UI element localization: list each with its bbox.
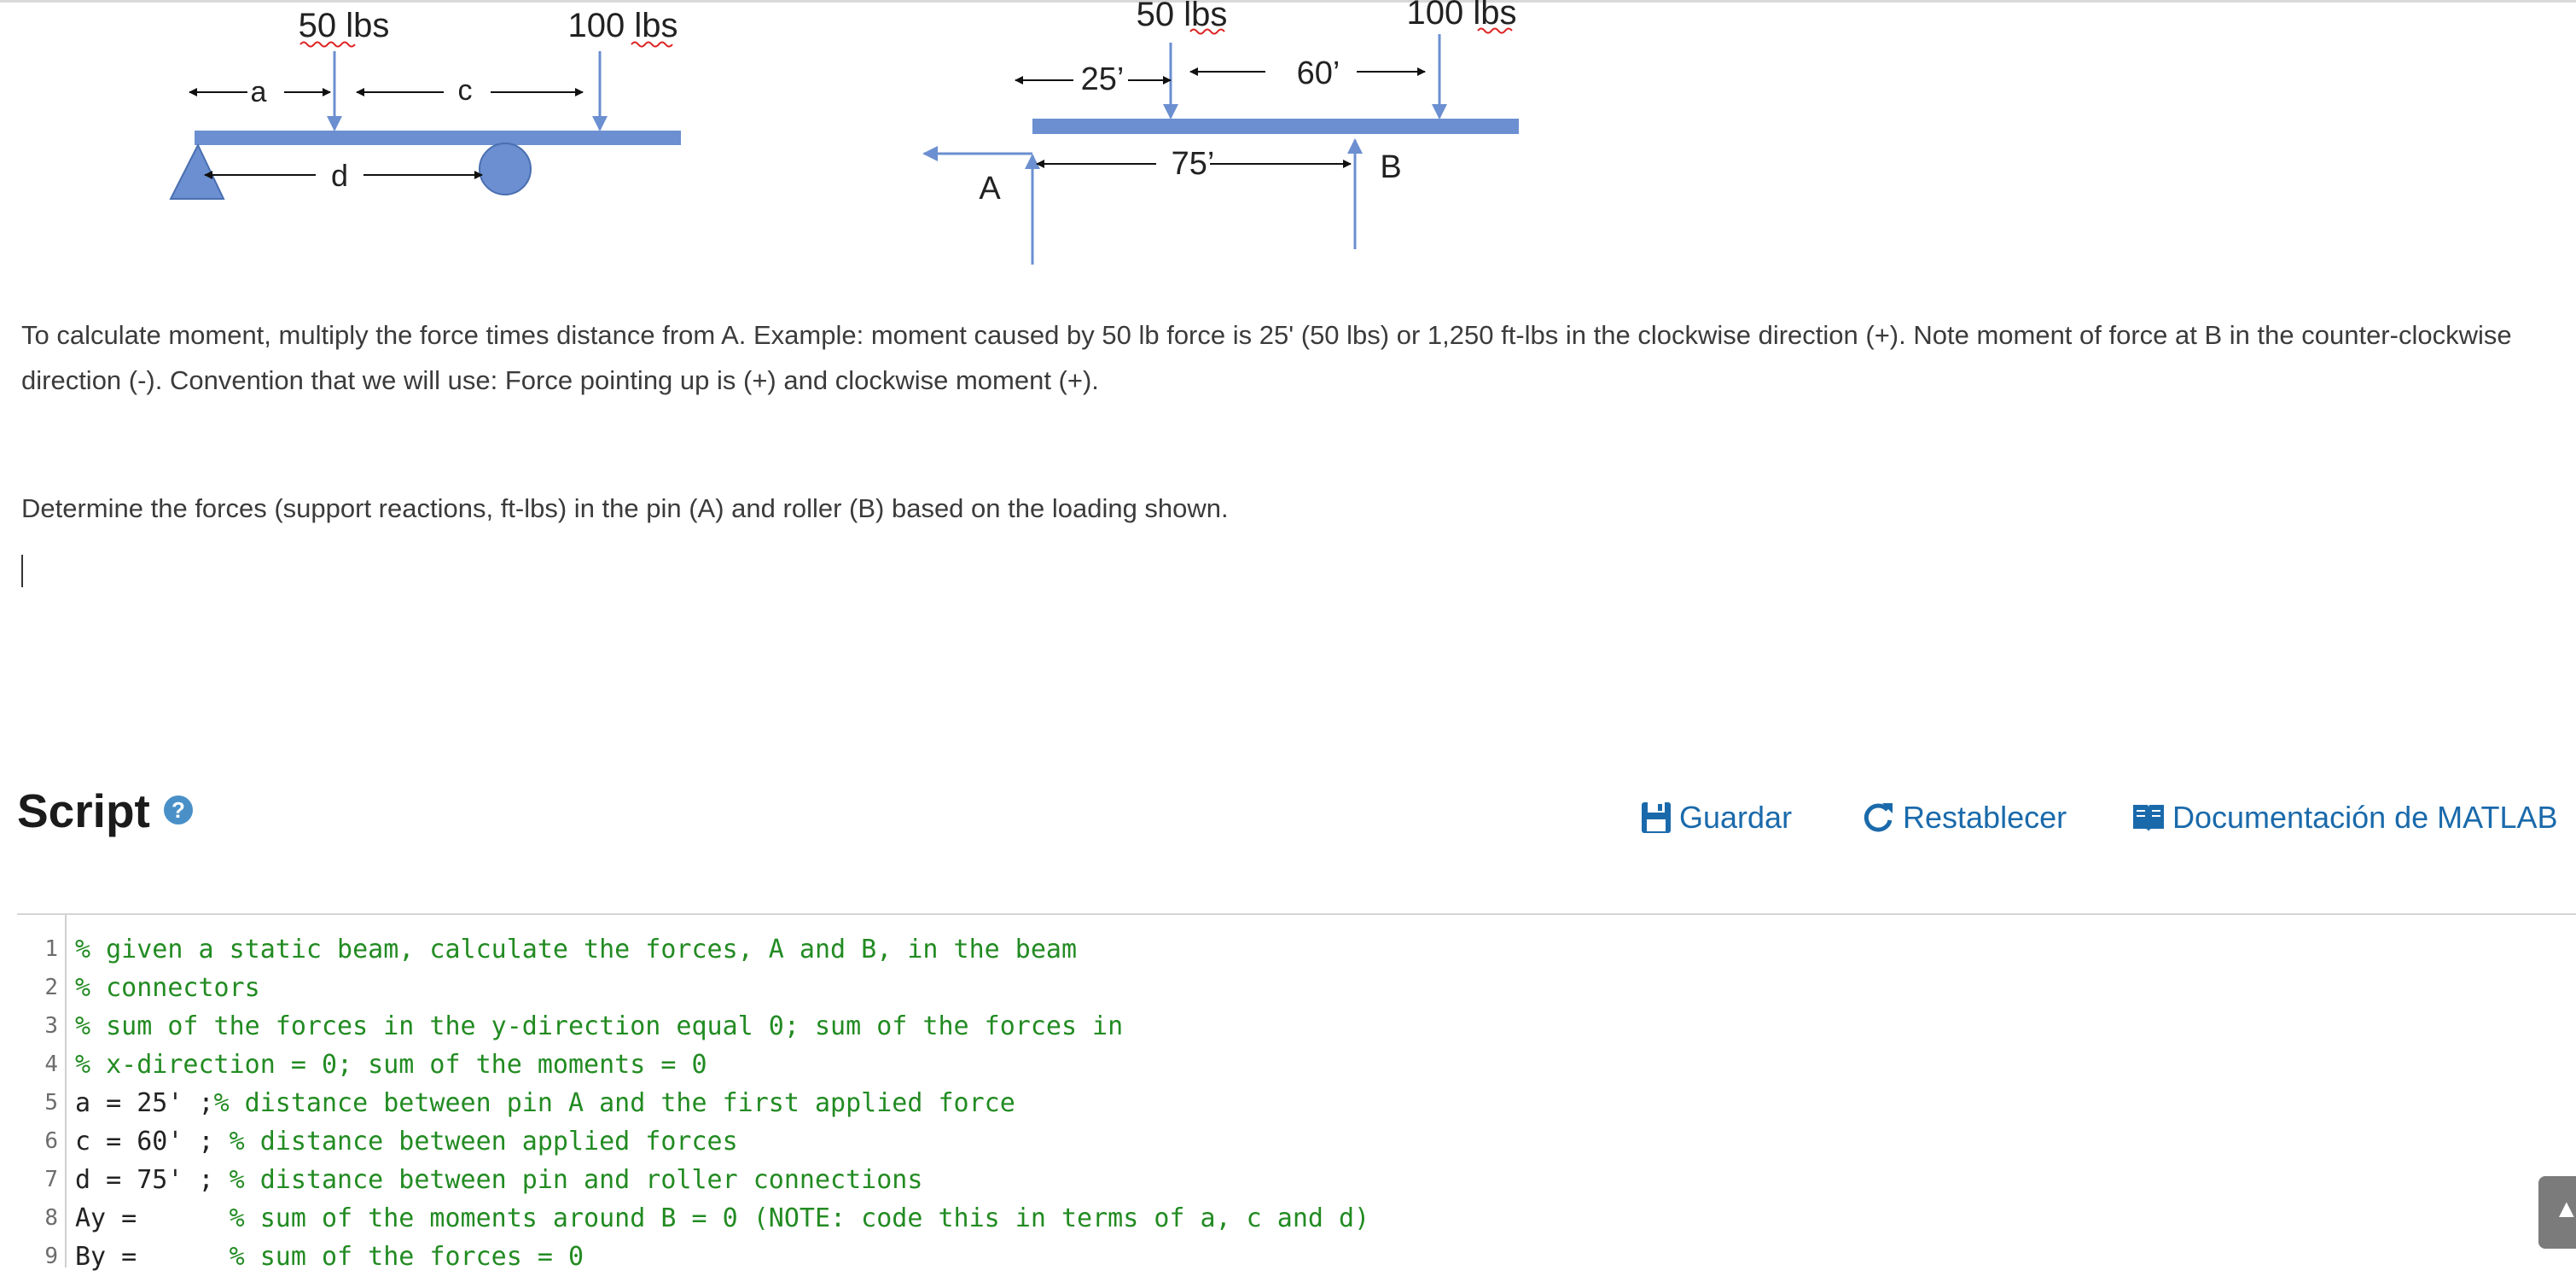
dim-60-label: 60’ xyxy=(1297,55,1340,91)
text-cursor xyxy=(21,555,23,587)
right-force1-label: 50 lbs xyxy=(1137,0,1228,33)
code-statement: c = 60' ; xyxy=(75,1127,230,1157)
pin-support-icon xyxy=(169,143,225,200)
code-text: % given a static beam, calculate the for… xyxy=(75,930,1077,969)
matlab-docs-link[interactable]: Documentación de MATLAB xyxy=(2131,796,2558,839)
reset-button-label: Restablecer xyxy=(1903,800,2067,835)
line-number: 9 xyxy=(44,1244,58,1269)
code-comment: % sum of the forces = 0 xyxy=(229,1242,584,1272)
matlab-docs-label: Documentación de MATLAB xyxy=(2172,800,2558,835)
dim-25-label: 25’ xyxy=(1081,61,1125,97)
code-comment: % distance between applied forces xyxy=(229,1127,738,1157)
roller-support-icon xyxy=(479,143,532,195)
line-number: 1 xyxy=(44,936,58,962)
dim-a-label: a xyxy=(251,76,267,108)
dim-75-label: 75’ xyxy=(1172,146,1215,182)
right-force2-label: 100 lbs xyxy=(1407,0,1517,32)
code-comment: % distance between pin A and the first a… xyxy=(213,1088,1015,1118)
left-force2-label: 100 lbs xyxy=(568,7,678,44)
code-comment: % x-direction = 0; sum of the moments = … xyxy=(75,1050,707,1080)
problem-paragraph-task: Determine the forces (support reactions,… xyxy=(21,493,1229,523)
code-text: c = 60' ; % distance between applied for… xyxy=(75,1122,738,1161)
code-text: a = 25' ;% distance between pin A and th… xyxy=(75,1084,1015,1122)
reset-button[interactable]: Restablecer xyxy=(1860,796,2067,839)
save-button-label: Guardar xyxy=(1679,800,1793,835)
code-comment: % distance between pin and roller connec… xyxy=(229,1165,923,1195)
code-statement: Ay = xyxy=(75,1203,230,1233)
beam-diagrams: 50 lbs 100 lbs a c d 50 lbs 100 lbs 25’ … xyxy=(169,0,1519,265)
line-number: 2 xyxy=(44,975,58,1000)
scroll-up-button[interactable]: ▲ xyxy=(2538,1176,2576,1249)
code-editor[interactable]: 1 % given a static beam, calculate the fo… xyxy=(17,913,2576,1272)
code-text: % connectors xyxy=(75,969,260,1007)
help-icon[interactable]: ? xyxy=(164,795,193,824)
line-number: 3 xyxy=(44,1013,58,1039)
code-comment: % given a static beam, calculate the for… xyxy=(75,935,1077,964)
pin-a-label: A xyxy=(979,171,1001,207)
code-text: d = 75' ; % distance between pin and rol… xyxy=(75,1161,922,1199)
left-beam-diagram: 50 lbs 100 lbs a c d xyxy=(169,7,681,200)
code-text: Ay = % sum of the moments around B = 0 (… xyxy=(75,1199,1369,1238)
line-number: 7 xyxy=(44,1167,58,1192)
roller-b-label: B xyxy=(1380,149,1401,185)
code-statement: By = xyxy=(75,1242,230,1272)
code-statement: d = 75' ; xyxy=(75,1165,230,1195)
reset-icon xyxy=(1864,803,1893,832)
right-beam xyxy=(1032,119,1519,134)
chevron-up-icon: ▲ xyxy=(2554,1195,2576,1223)
save-icon xyxy=(1642,802,1671,833)
code-statement: a = 25' ; xyxy=(75,1088,214,1118)
left-force1-label: 50 lbs xyxy=(299,7,390,44)
line-number: 8 xyxy=(44,1205,58,1231)
code-text: By = % sum of the forces = 0 xyxy=(75,1238,584,1276)
script-title: Script xyxy=(17,784,150,837)
right-beam-diagram: 50 lbs 100 lbs 25’ 60’ A B 75’ xyxy=(922,0,1519,265)
code-comment: % sum of the forces in the y-direction e… xyxy=(75,1011,1124,1041)
line-number: 4 xyxy=(44,1052,58,1077)
dim-c-label: c xyxy=(458,74,473,107)
book-icon xyxy=(2133,805,2164,831)
code-text: % x-direction = 0; sum of the moments = … xyxy=(75,1046,707,1084)
code-comment: % connectors xyxy=(75,973,260,1003)
line-number: 6 xyxy=(44,1128,58,1154)
save-button[interactable]: Guardar xyxy=(1640,796,1792,839)
dim-d-label: d xyxy=(331,158,348,193)
line-number: 5 xyxy=(44,1090,58,1116)
problem-paragraph-moment: To calculate moment, multiply the force … xyxy=(21,320,2512,395)
left-beam xyxy=(195,131,681,145)
code-text: % sum of the forces in the y-direction e… xyxy=(75,1007,1123,1046)
code-comment: % sum of the moments around B = 0 (NOTE:… xyxy=(229,1203,1370,1233)
